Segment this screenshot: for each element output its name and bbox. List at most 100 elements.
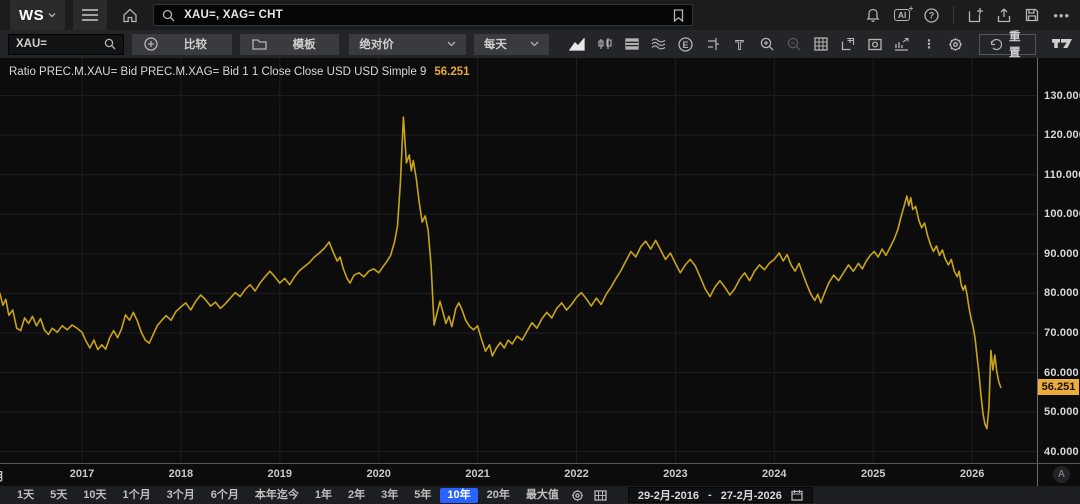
range-button-10年[interactable]: 10年 [440,488,477,503]
x-tick-label-partial: 月 [0,468,4,484]
bookmark-icon[interactable] [673,9,684,22]
kebab-icon[interactable]: ⋮ [920,34,938,54]
chart-tools: E T ⋮ [569,34,965,54]
y-tick-label: 60.000 [1044,367,1079,379]
snapshot-icon[interactable] [866,34,884,54]
maximize-icon[interactable] [839,34,857,54]
series-last-value: 56.251 [434,66,469,78]
template-button[interactable]: 模板 [240,34,340,55]
range-button-5年[interactable]: 5年 [407,488,438,503]
axis-corner-divider [1037,464,1038,486]
x-tick-label: 2017 [70,468,94,480]
template-label: 模板 [293,36,316,52]
symbol-value: XAU= [16,38,47,50]
series-legend[interactable]: Ratio PREC.M.XAU= Bid PREC.M.XAG= Bid 1 … [9,66,470,78]
x-tick-label: 2021 [465,468,489,480]
range-button-2年[interactable]: 2年 [341,488,372,503]
range-button-1年[interactable]: 1年 [308,488,339,503]
range-button-10天[interactable]: 10天 [76,488,113,503]
search-icon [162,9,175,22]
price-mode-select[interactable]: 绝对价 [349,34,465,55]
x-tick-label: 2023 [663,468,687,480]
auto-scale-button[interactable]: A [1053,466,1070,483]
reset-icon [989,38,1002,51]
bell-icon[interactable] [866,8,880,23]
calendar-icon [791,489,803,501]
svg-text:E: E [683,39,689,49]
divider [953,6,954,24]
date-range-picker[interactable]: 29-2月-2016 - 27-2月-2026 [628,487,813,503]
svg-text:?: ? [929,10,935,20]
date-from: 29-2月-2016 [638,487,699,503]
axis-tool-icon[interactable] [704,34,722,54]
range-buttons: 1天5天10天1个月3个月6个月本年迄今1年2年3年5年10年20年最大值 [10,488,566,503]
range-button-本年迄今[interactable]: 本年迄今 [248,488,306,503]
ratio-series-line[interactable] [0,117,1001,429]
chart-toolbar: XAU= 比较 模板 绝对价 每天 E [0,30,1080,58]
x-tick-label: 2018 [169,468,193,480]
chevron-down-icon [530,41,539,47]
rows-icon[interactable] [623,34,641,54]
range-button-3个月[interactable]: 3个月 [160,488,202,503]
share-icon[interactable] [997,8,1011,23]
main-menu-button[interactable] [73,0,107,30]
topbar-actions: AI+ ? ••• [866,6,1070,24]
x-tick-label: 2019 [268,468,292,480]
grid-icon[interactable] [812,34,830,54]
candlestick-icon[interactable] [596,34,614,54]
y-tick-label: 40.000 [1044,446,1079,458]
interval-select[interactable]: 每天 [474,34,549,55]
range-button-20年[interactable]: 20年 [480,488,517,503]
last-price-label: 56.251 [1038,379,1079,395]
search-bar[interactable]: XAU=, XAG= CHT [153,4,693,26]
y-tick-label: 100.000 [1044,208,1080,220]
range-button-1个月[interactable]: 1个月 [116,488,158,503]
text-tool-icon[interactable]: T [731,34,749,54]
area-chart-icon[interactable] [569,34,587,54]
series-legend-title: Ratio PREC.M.XAU= Bid PREC.M.XAG= Bid 1 … [9,66,426,78]
range-button-最大值[interactable]: 最大值 [519,488,566,503]
menu-icon [82,9,98,21]
app-logo: WS [19,7,44,24]
range-button-6个月[interactable]: 6个月 [204,488,246,503]
price-line-chart[interactable] [0,58,1037,463]
svg-text:T: T [736,38,744,51]
time-scale[interactable]: 月 A 201720182019202020212022202320242025… [0,464,1080,486]
compare-button[interactable]: 比较 [132,34,232,55]
zoom-in-icon[interactable] [758,34,776,54]
folder-icon [252,38,267,50]
x-tick-label: 2022 [564,468,588,480]
y-tick-label: 50.000 [1044,406,1079,418]
ai-assistant-icon[interactable]: AI+ [894,9,911,22]
price-scale[interactable]: 56.251 130.000120.000110.000100.00090.00… [1037,58,1080,463]
y-tick-label: 120.000 [1044,129,1080,141]
waves-icon[interactable] [650,34,668,54]
symbol-input[interactable]: XAU= [8,34,124,55]
x-tick-label: 2026 [960,468,984,480]
app-logo-menu[interactable]: WS [10,0,65,30]
date-to: 27-2月-2026 [721,487,782,503]
range-button-3年[interactable]: 3年 [374,488,405,503]
y-tick-label: 130.000 [1044,90,1080,102]
y-tick-label: 110.000 [1044,169,1080,181]
tradingview-logo[interactable] [1052,37,1072,51]
reset-button[interactable]: 重置 [979,34,1036,55]
range-button-5天[interactable]: 5天 [43,488,74,503]
search-input[interactable]: XAU=, XAG= CHT [184,9,664,21]
event-icon[interactable]: E [677,34,695,54]
help-icon[interactable]: ? [924,8,939,23]
chart-settings-icon[interactable] [893,34,911,54]
gear-icon[interactable] [571,489,584,502]
search-icon [104,38,116,50]
new-layout-icon[interactable] [968,8,983,23]
save-icon[interactable] [1025,8,1039,22]
range-button-1天[interactable]: 1天 [10,488,41,503]
x-tick-label: 2024 [762,468,786,480]
scale-settings-icon[interactable] [594,490,607,501]
zoom-out-icon[interactable] [785,34,803,54]
home-button[interactable] [115,3,145,27]
gear-icon[interactable] [947,34,965,54]
x-tick-label: 2025 [861,468,885,480]
chart-area[interactable]: Ratio PREC.M.XAU= Bid PREC.M.XAG= Bid 1 … [0,58,1080,464]
more-icon[interactable]: ••• [1053,8,1070,23]
